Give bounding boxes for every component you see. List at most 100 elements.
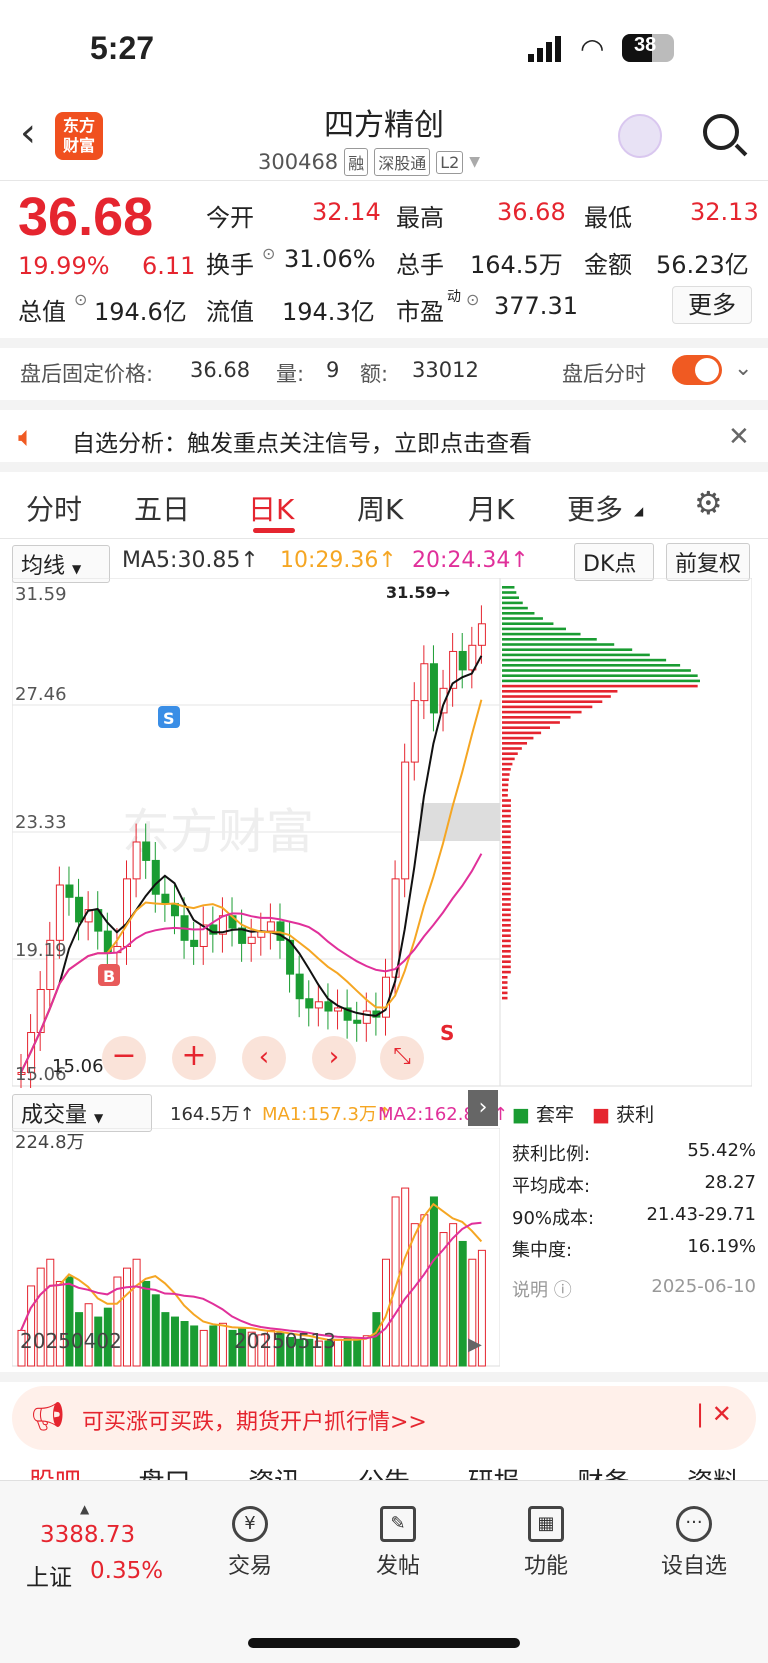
- pan-left-button[interactable]: ‹: [242, 1036, 286, 1080]
- subtab-bar: 股吧 盘口 资讯 公告 研报 财务 资料: [0, 1460, 768, 1480]
- ma10-label: 10:29.36↑: [280, 548, 397, 573]
- amount-label: 金额: [584, 251, 632, 279]
- close-icon[interactable]: | ✕: [696, 1400, 732, 1428]
- battery-level: 38: [634, 34, 657, 56]
- tab-more[interactable]: 更多: [567, 488, 623, 528]
- candle-body: [161, 893, 170, 904]
- pan-right-button[interactable]: ›: [312, 1036, 356, 1080]
- tab-five-day[interactable]: 五日: [134, 488, 190, 528]
- sell-marker-2[interactable]: S: [440, 1021, 454, 1045]
- open-label: 今开: [206, 204, 254, 232]
- chip-bar: [502, 742, 528, 745]
- float-label: 流值: [206, 298, 254, 326]
- chip-bar: [502, 950, 511, 953]
- chip-bar: [502, 851, 511, 854]
- chip-bar: [502, 612, 535, 615]
- chip-bar: [502, 955, 511, 958]
- divider: [0, 462, 768, 472]
- tab-intraday[interactable]: 分时: [26, 488, 82, 528]
- after-hours-toggle[interactable]: [672, 355, 722, 385]
- chevron-down-icon[interactable]: ⌄: [734, 356, 752, 381]
- chip-bar: [502, 924, 511, 927]
- nav-functions[interactable]: ▦ 功能: [486, 1506, 606, 1580]
- after-hours-vol-label: 量:: [276, 362, 305, 386]
- chip-bar: [502, 731, 542, 735]
- candle-body: [353, 1019, 362, 1024]
- chip-bar: [502, 799, 511, 802]
- chip-bar: [502, 898, 511, 901]
- index-value[interactable]: 3388.73: [40, 1522, 135, 1548]
- subtab-research[interactable]: 研报: [468, 1462, 520, 1480]
- volume-bar: [410, 1223, 419, 1367]
- chip-bar: [502, 996, 508, 1000]
- candle-body: [55, 884, 64, 941]
- caret-up-icon: ▲: [80, 1502, 90, 1516]
- candle-body: [132, 841, 141, 880]
- volume-bar: [343, 1337, 352, 1367]
- chip-bar: [502, 825, 511, 828]
- info-icon[interactable]: ⊙: [466, 290, 479, 309]
- chip-date: 2025-06-10: [651, 1276, 756, 1297]
- subtab-forum[interactable]: 股吧: [29, 1462, 81, 1480]
- info-icon: ⓘ: [553, 1280, 572, 1301]
- play-icon[interactable]: ▶: [468, 1334, 482, 1355]
- chip-bar: [502, 586, 515, 589]
- sell-marker-label: S: [163, 709, 175, 728]
- speaker-icon: 🔈︎: [18, 420, 35, 453]
- chip-bar: [502, 747, 522, 750]
- nav-post[interactable]: ✎ 发帖: [338, 1506, 458, 1580]
- dk-button[interactable]: DK点: [574, 543, 654, 581]
- edit-icon: ✎: [380, 1506, 416, 1542]
- buy-marker-label: B: [103, 967, 115, 986]
- volume-bar: [218, 1322, 227, 1367]
- analysis-text[interactable]: 自选分析：触发重点关注信号，立即点击查看: [72, 424, 532, 458]
- subtab-finance[interactable]: 财务: [577, 1462, 629, 1480]
- chip-bar: [502, 658, 667, 662]
- ma5-label: MA5:30.85↑: [122, 548, 259, 573]
- nav-add-watchlist[interactable]: ··· 设自选: [634, 1506, 754, 1580]
- wifi-icon: ◠: [580, 32, 605, 65]
- chip-bar: [502, 981, 508, 984]
- nav-trade[interactable]: ¥ 交易: [190, 1506, 310, 1580]
- kline-chart[interactable]: 东方财富 31.59 27.46 23.33 19.19 15.06 31.59…: [12, 578, 752, 1088]
- zoom-out-button[interactable]: −: [102, 1036, 146, 1080]
- robot-avatar-icon[interactable]: [618, 114, 662, 158]
- chip-note[interactable]: 说明 ⓘ: [512, 1276, 572, 1308]
- tag-l2: L2: [436, 150, 464, 174]
- axis-top: 31.59: [15, 584, 67, 605]
- info-icon[interactable]: ⊙: [262, 244, 275, 263]
- volume-bar: [151, 1294, 160, 1367]
- fullscreen-button[interactable]: ⤡: [380, 1036, 424, 1080]
- info-icon[interactable]: ⊙: [74, 290, 87, 309]
- axis-4: 19.19: [15, 940, 67, 961]
- candle-body: [151, 859, 160, 895]
- chip-bar: [502, 809, 511, 813]
- subtab-news[interactable]: 资讯: [248, 1462, 300, 1480]
- after-hours-amt-label: 额:: [360, 362, 389, 386]
- chip-stats: 获利比例: 55.42% 平均成本: 28.27 90%成本: 21.43-29.71…: [512, 1140, 756, 1308]
- volume-chart[interactable]: 224.8万 20250402 20250513 ▶: [12, 1128, 500, 1368]
- chevron-right-icon[interactable]: ›: [468, 1090, 498, 1126]
- tab-weekly-k[interactable]: 周K: [357, 488, 403, 528]
- volume-bar: [449, 1223, 458, 1367]
- search-icon[interactable]: [703, 114, 739, 150]
- more-button[interactable]: 更多: [672, 286, 752, 324]
- stock-subline[interactable]: 300468 融 深股通 L2 ▼: [258, 148, 480, 176]
- close-icon[interactable]: ✕: [728, 422, 750, 452]
- promo-banner[interactable]: 📢︎ 可买涨可买跌，期货开户抓行情>> | ✕: [12, 1386, 756, 1450]
- gear-icon[interactable]: ⚙: [694, 484, 723, 522]
- volume-bar: [142, 1280, 151, 1367]
- chip-bar: [502, 638, 597, 641]
- tab-daily-k[interactable]: 日K: [248, 488, 294, 528]
- chip-bar: [502, 721, 560, 724]
- adjust-button[interactable]: 前复权: [666, 543, 750, 581]
- subtab-profile[interactable]: 资料: [687, 1462, 739, 1480]
- volume-indicator-select[interactable]: 成交量 ▼: [12, 1094, 152, 1132]
- subtab-orderbook[interactable]: 盘口: [139, 1462, 191, 1480]
- chip-bar: [502, 929, 511, 932]
- volume-bar: [353, 1338, 362, 1367]
- tab-monthly-k[interactable]: 月K: [468, 488, 514, 528]
- subtab-announcements[interactable]: 公告: [358, 1462, 410, 1480]
- zoom-in-button[interactable]: +: [172, 1036, 216, 1080]
- highlight-band: [420, 803, 500, 841]
